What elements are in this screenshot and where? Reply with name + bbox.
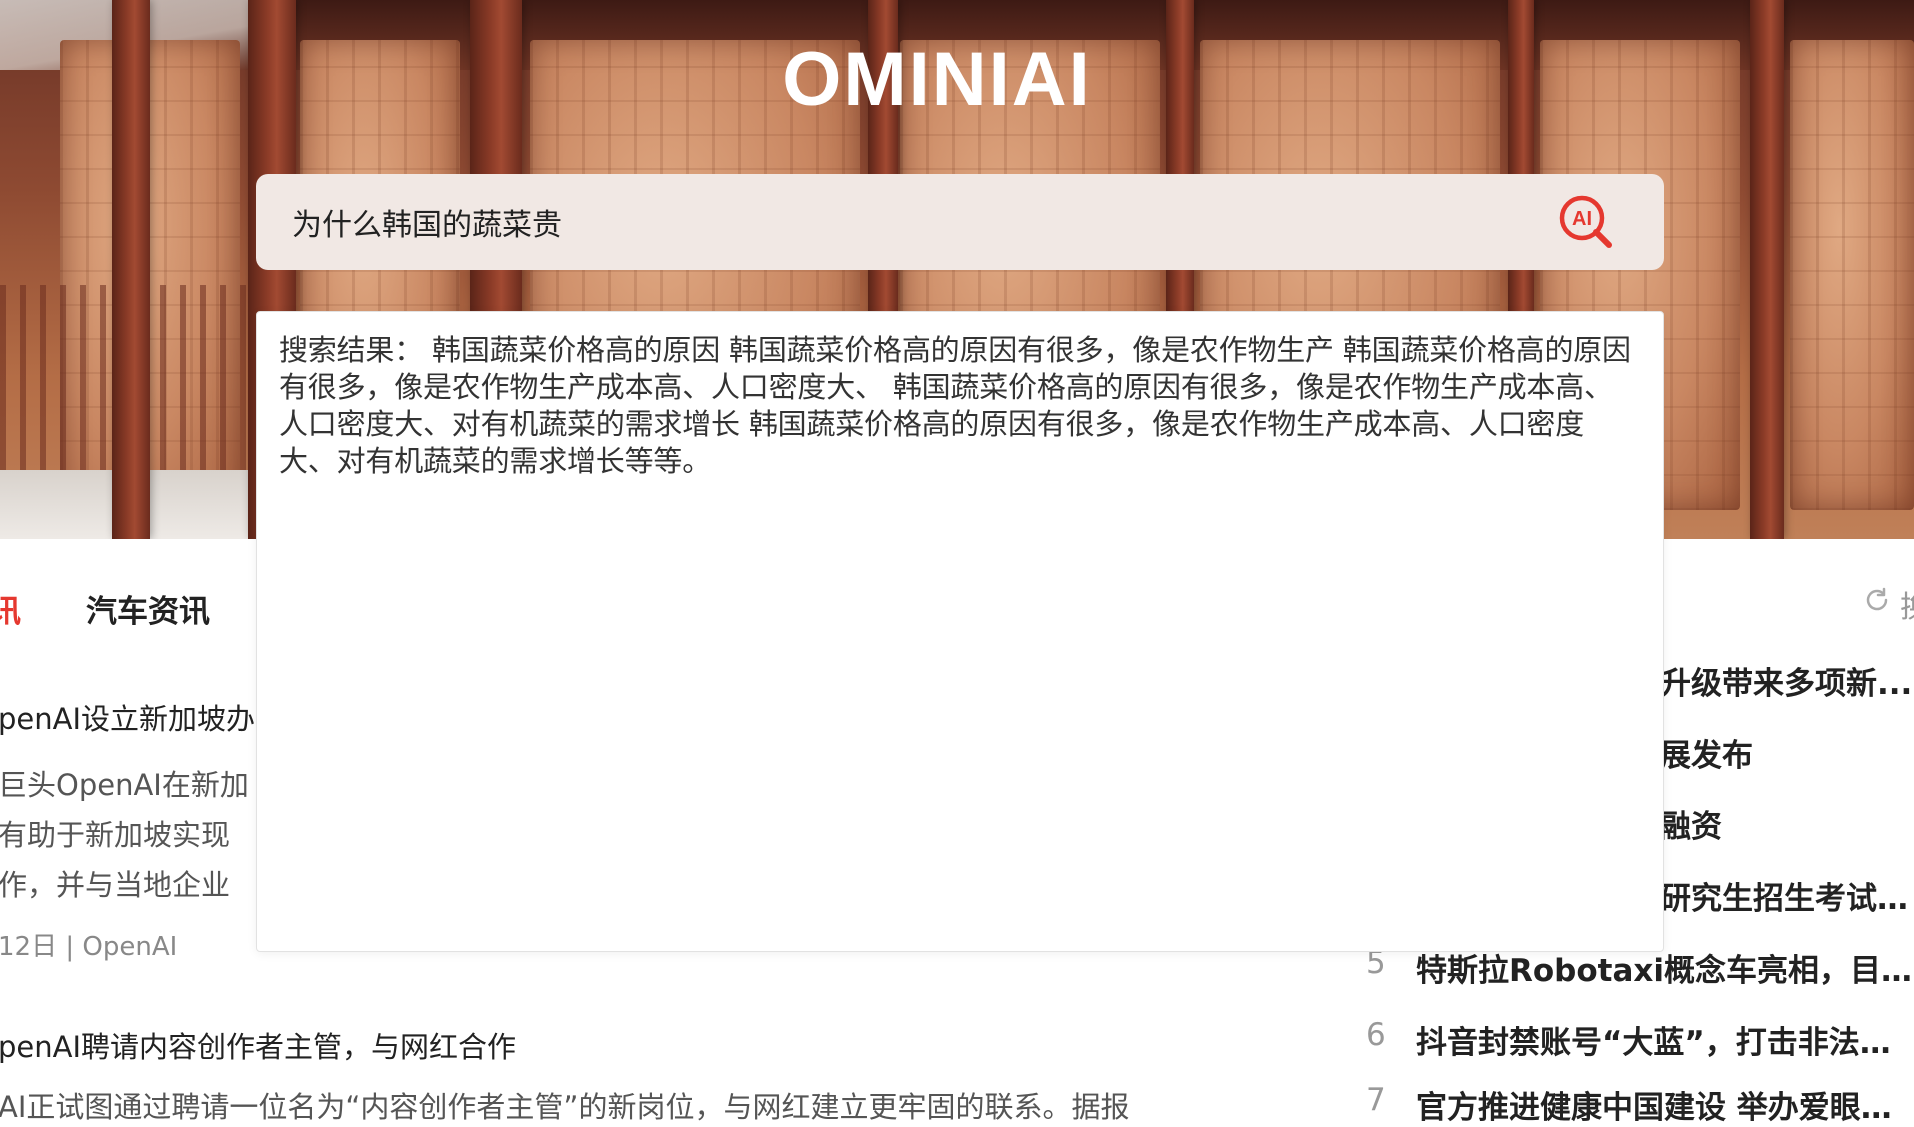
tab-news-active[interactable]: 讯 (0, 586, 21, 631)
article-title[interactable]: penAI聘请内容创作者主管，与网红合作 (0, 1024, 516, 1066)
article-summary-line: 作，并与当地企业 (0, 868, 231, 902)
ai-search-icon: AI (1559, 195, 1612, 248)
article-summary-line: 有助于新加坡实现 (0, 818, 231, 852)
article-meta: 12日 | OpenAI (0, 932, 178, 962)
hot-title[interactable]: 官方推进健康中国建设 举办爱眼宣... (1416, 1082, 1914, 1127)
hot-title[interactable]: 研究生招生考试报... (1660, 873, 1914, 918)
article-summary-line: 巨头OpenAI在新加 (0, 768, 249, 802)
hot-title[interactable]: 抖音封禁账号“大蓝”，打击非法荐... (1416, 1017, 1914, 1062)
search-bar: AI (256, 174, 1664, 270)
tab-auto-news[interactable]: 汽车资讯 (86, 586, 210, 631)
refresh-label: 换 (1900, 582, 1914, 626)
search-results-text: 搜索结果： 韩国蔬菜价格高的原因 韩国蔬菜价格高的原因有很多，像是农作物生产 韩… (279, 333, 1631, 478)
search-results-panel: 搜索结果： 韩国蔬菜价格高的原因 韩国蔬菜价格高的原因有很多，像是农作物生产 韩… (256, 311, 1664, 952)
article-title[interactable]: penAI设立新加坡办 (0, 696, 255, 738)
refresh-icon (1866, 587, 1888, 611)
hot-title[interactable]: 展发布 (1660, 730, 1914, 775)
svg-text:AI: AI (1572, 208, 1592, 230)
hot-title[interactable]: 融资 (1660, 801, 1914, 846)
hot-rank: 6 (1366, 1017, 1386, 1053)
logo-text: OMINIAI (782, 37, 1092, 122)
article-summary-line: AI正试图通过聘请一位名为“内容创作者主管”的新岗位，与网红建立更牢固的联系。据… (0, 1090, 1130, 1124)
hot-title[interactable]: 升级带来多项新... (1660, 658, 1914, 703)
hot-rank: 7 (1366, 1082, 1386, 1118)
search-input[interactable] (292, 198, 1492, 246)
ai-search-button[interactable]: AI (1556, 192, 1616, 252)
app-logo: OMINIAI (0, 36, 1914, 123)
